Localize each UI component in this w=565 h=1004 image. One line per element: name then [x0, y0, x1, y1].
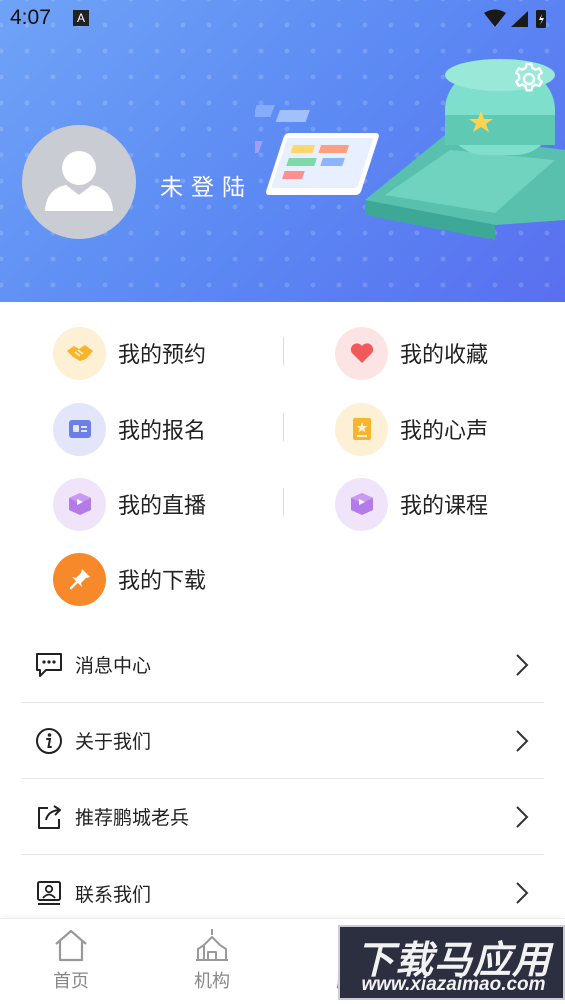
watermark-banner: 下载马应用 www.xiazaimao.com — [338, 925, 565, 1000]
shortcut-label: 我的收藏 — [400, 343, 489, 368]
status-bar: 4:07 A — [0, 0, 565, 38]
institution-icon — [196, 929, 228, 961]
settings-gear-icon[interactable] — [511, 61, 547, 97]
user-silhouette-icon — [45, 151, 113, 211]
chevron-right-icon — [516, 882, 529, 904]
login-status[interactable]: 未登陆 — [160, 168, 253, 202]
menu-label: 联系我们 — [75, 883, 152, 906]
course-box-icon — [335, 477, 388, 531]
menu-label: 消息中心 — [75, 655, 152, 677]
chevron-right-icon — [516, 654, 529, 676]
shortcut-my-downloads[interactable]: 我的下载 — [53, 549, 206, 609]
info-icon — [33, 725, 65, 757]
message-icon — [33, 649, 65, 681]
notification-app-icon: A — [73, 10, 89, 26]
download-pin-icon — [53, 552, 106, 606]
live-box-icon — [53, 477, 106, 531]
id-card-icon — [53, 402, 106, 456]
menu-item-about-us[interactable]: 关于我们 — [22, 703, 544, 779]
share-icon — [33, 801, 65, 833]
nav-home[interactable]: 首页 — [26, 927, 116, 993]
divider — [283, 488, 284, 516]
shortcut-label: 我的直播 — [118, 494, 207, 519]
chevron-right-icon — [516, 806, 529, 828]
shortcut-my-registrations[interactable]: 我的报名 — [53, 399, 206, 459]
handshake-icon — [53, 326, 106, 380]
menu-list: 消息中心 关于我们 推荐鹏城老兵 联系我们 — [22, 627, 544, 931]
home-icon — [55, 929, 87, 962]
status-time: 4:07 — [10, 6, 51, 29]
menu-label: 推荐鹏城老兵 — [75, 807, 190, 829]
shortcut-my-live[interactable]: 我的直播 — [53, 474, 206, 534]
shortcut-my-appointments[interactable]: 我的预约 — [53, 323, 206, 383]
chevron-right-icon — [516, 730, 529, 752]
shortcut-label: 我的心声 — [400, 419, 489, 444]
divider — [283, 413, 284, 441]
menu-label: 关于我们 — [75, 731, 152, 753]
heart-icon — [335, 326, 388, 380]
shortcut-my-voice[interactable]: 我的心声 — [335, 399, 488, 459]
avatar[interactable] — [22, 125, 136, 239]
watermark-url: www.xiazaimao.com — [361, 974, 546, 995]
menu-item-message-center[interactable]: 消息中心 — [22, 627, 544, 703]
shortcut-label: 我的下载 — [118, 569, 207, 594]
nav-label: 机构 — [194, 971, 230, 992]
shortcut-label: 我的报名 — [118, 419, 207, 444]
shortcut-my-courses[interactable]: 我的课程 — [335, 474, 488, 534]
nav-institution[interactable]: 机构 — [167, 927, 257, 993]
shortcut-label: 我的预约 — [118, 343, 207, 368]
profile-header: 4:07 A 未登陆 — [0, 0, 565, 302]
divider — [283, 337, 284, 365]
menu-item-recommend[interactable]: 推荐鹏城老兵 — [22, 779, 544, 855]
signal-battery-icons — [484, 9, 546, 28]
nav-label: 首页 — [53, 971, 89, 992]
contact-icon — [33, 877, 65, 909]
shortcut-label: 我的课程 — [400, 494, 489, 519]
shortcut-my-favorites[interactable]: 我的收藏 — [335, 323, 488, 383]
note-icon — [335, 402, 388, 456]
